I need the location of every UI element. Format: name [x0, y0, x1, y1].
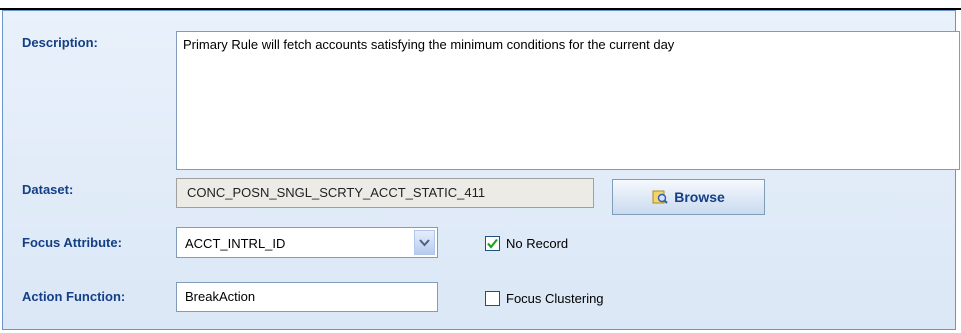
action-function-label: Action Function:: [22, 289, 126, 304]
focus-clustering-label: Focus Clustering: [506, 291, 604, 306]
description-textarea[interactable]: Primary Rule will fetch accounts satisfy…: [176, 31, 960, 170]
focus-attribute-value: ACCT_INTRL_ID: [185, 236, 286, 251]
focus-clustering-checkbox[interactable]: [485, 291, 500, 306]
description-text: Primary Rule will fetch accounts satisfy…: [183, 37, 675, 52]
dataset-value: CONC_POSN_SNGL_SCRTY_ACCT_STATIC_411: [187, 185, 486, 200]
browse-button[interactable]: Browse: [612, 179, 765, 215]
no-record-label: No Record: [506, 236, 569, 251]
chevron-down-icon[interactable]: [414, 230, 435, 255]
description-label: Description:: [22, 35, 98, 50]
dataset-label: Dataset:: [22, 182, 74, 197]
dataset-field: CONC_POSN_SNGL_SCRTY_ACCT_STATIC_411: [176, 178, 594, 208]
action-function-input[interactable]: BreakAction: [176, 282, 438, 312]
browse-label: Browse: [674, 189, 725, 205]
checkmark-icon: [487, 238, 498, 249]
no-record-checkbox[interactable]: [485, 236, 500, 251]
action-function-value: BreakAction: [185, 289, 256, 304]
browse-search-icon: [652, 189, 668, 205]
focus-attribute-select[interactable]: ACCT_INTRL_ID: [176, 227, 438, 258]
focus-attribute-label: Focus Attribute:: [22, 235, 122, 250]
